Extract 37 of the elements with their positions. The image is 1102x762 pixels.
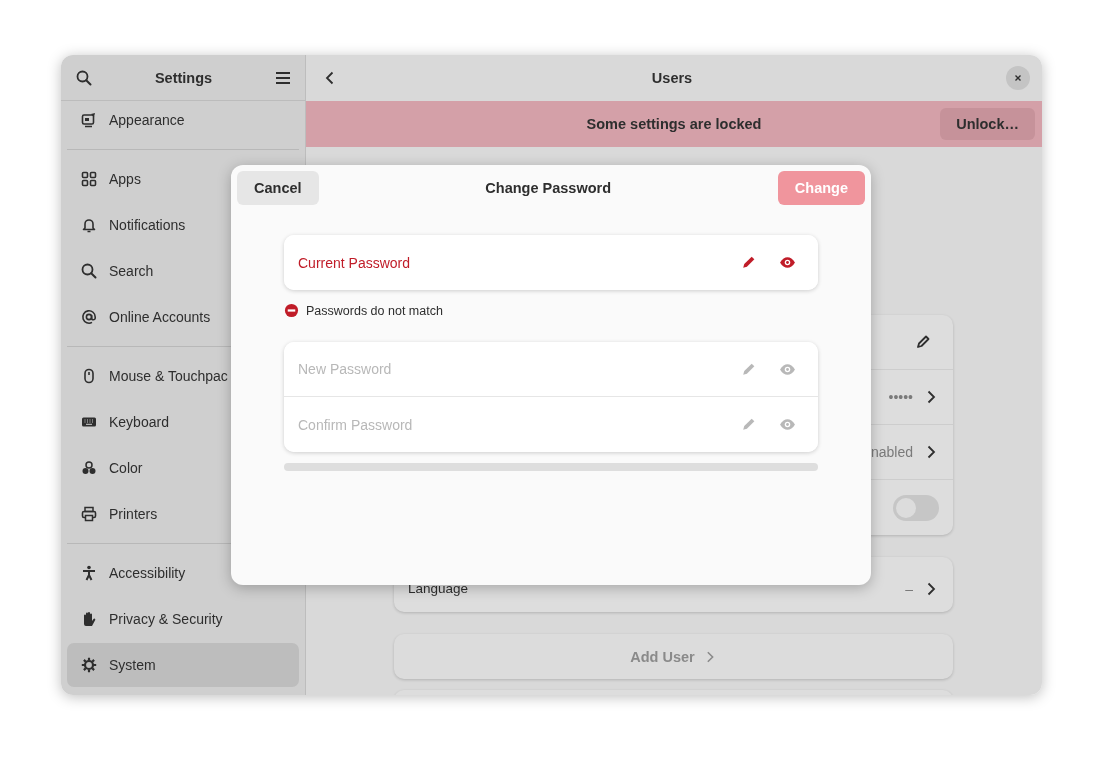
hand-icon [81, 611, 97, 627]
dialog-title: Change Password [485, 180, 612, 196]
person-icon [81, 565, 97, 581]
at-sign-icon [81, 309, 97, 325]
row-value: nabled [870, 444, 913, 460]
search-icon[interactable] [76, 69, 92, 86]
banner-text: Some settings are locked [586, 116, 762, 132]
mouse-icon [81, 368, 97, 384]
gear-icon [81, 657, 97, 673]
bell-icon [81, 217, 97, 233]
row-label: Language [408, 581, 470, 596]
close-button[interactable] [1006, 66, 1030, 90]
password-field[interactable]: Current Password [284, 235, 818, 290]
grid-icon [81, 171, 97, 187]
menu-icon[interactable] [275, 69, 291, 86]
unlock-button[interactable]: Unlock… [940, 108, 1035, 140]
page-title: Users [650, 70, 694, 86]
row-value: – [905, 580, 913, 597]
search-icon [81, 263, 97, 279]
printer-icon [81, 506, 97, 522]
pencil-icon[interactable] [915, 334, 931, 350]
appearance-icon [81, 112, 97, 128]
error-icon [284, 303, 299, 318]
error-message: Passwords do not match [306, 303, 443, 318]
sidebar-item[interactable]: Printers [67, 492, 299, 536]
sidebar-item[interactable]: Appearance [67, 98, 299, 142]
eye-icon[interactable] [779, 254, 796, 271]
circles-icon [81, 460, 97, 476]
sidebar-item[interactable]: System [67, 643, 299, 687]
sidebar-item[interactable]: Online Accounts [67, 295, 299, 339]
sidebar-title: Settings [154, 69, 213, 86]
cancel-button[interactable]: Cancel [237, 171, 319, 205]
sidebar-item[interactable]: Privacy & Security [67, 597, 299, 641]
close-icon [1013, 73, 1023, 83]
row-value: ••••• [888, 389, 913, 405]
pencil-icon[interactable] [740, 254, 757, 271]
sidebar-item[interactable]: Accessibility [67, 551, 299, 595]
